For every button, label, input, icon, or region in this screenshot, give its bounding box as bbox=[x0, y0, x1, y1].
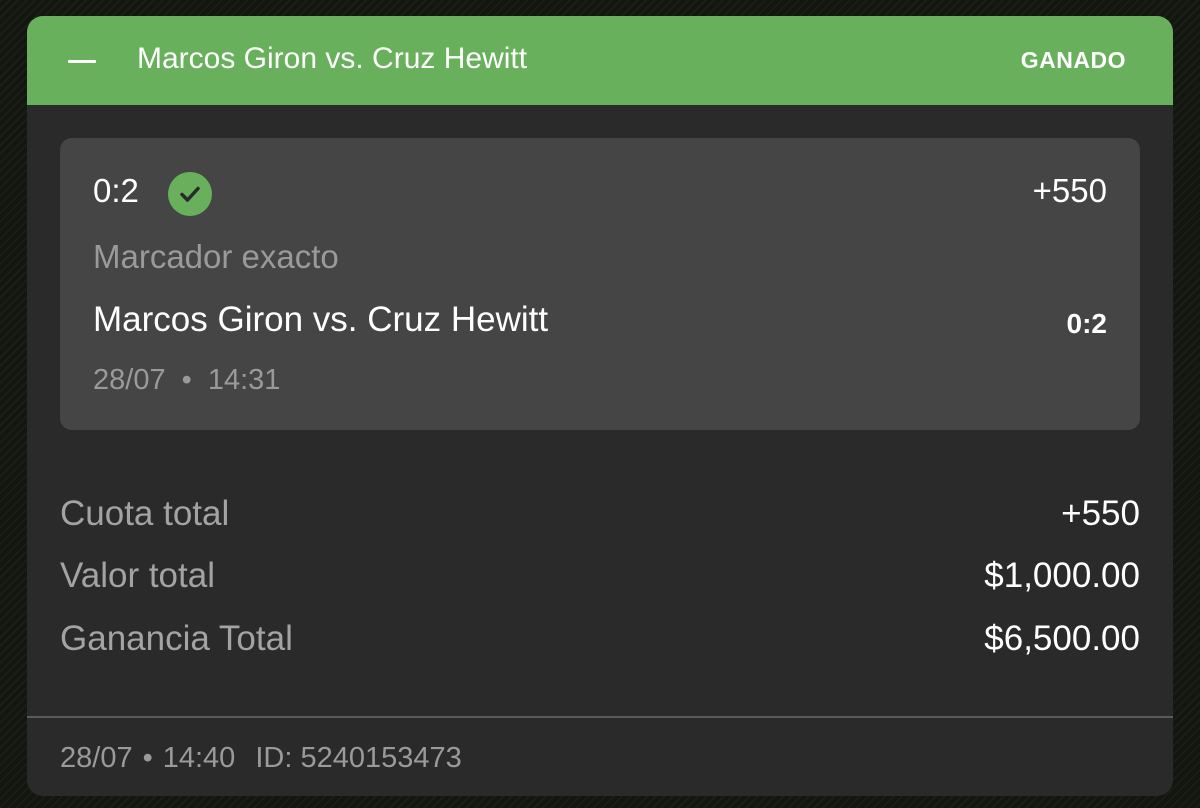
selection-card: 0:2 +550 Marcador exacto Marcos Giron vs… bbox=[60, 138, 1140, 430]
event-name: Marcos Giron vs. Cruz Hewitt bbox=[93, 300, 549, 339]
bet-id-value: 5240153473 bbox=[300, 742, 462, 774]
summary-row-stake: Valor total $1,000.00 bbox=[60, 556, 1140, 600]
event-result: 0:2 bbox=[1066, 308, 1107, 339]
total-winnings-label: Ganancia Total bbox=[60, 619, 293, 658]
bet-footer: 28/07 • 14:40 ID: 5240153473 bbox=[60, 742, 462, 775]
total-odds-value: +550 bbox=[1061, 494, 1140, 533]
datetime-separator: • bbox=[181, 364, 192, 396]
total-odds-label: Cuota total bbox=[60, 494, 230, 533]
summary-row-odds: Cuota total +550 bbox=[60, 494, 1140, 538]
minus-collapse-icon bbox=[68, 60, 96, 63]
status-badge: GANADO bbox=[1020, 47, 1126, 73]
footer-time: 14:40 bbox=[162, 742, 236, 774]
total-stake-value: $1,000.00 bbox=[984, 556, 1140, 595]
collapse-button[interactable] bbox=[57, 40, 109, 82]
bet-title: Marcos Giron vs. Cruz Hewitt bbox=[137, 42, 528, 75]
footer-separator: • bbox=[142, 742, 153, 774]
total-stake-label: Valor total bbox=[60, 556, 215, 595]
selection-datetime: 28/07 • 14:31 bbox=[93, 364, 280, 397]
selection-pick: 0:2 bbox=[93, 172, 139, 209]
footer-divider bbox=[27, 716, 1173, 718]
bet-id-label: ID: bbox=[255, 742, 293, 774]
total-winnings-value: $6,500.00 bbox=[984, 619, 1140, 658]
market-name: Marcador exacto bbox=[93, 238, 339, 275]
selection-odds: +550 bbox=[1032, 172, 1107, 209]
bet-header[interactable]: Marcos Giron vs. Cruz Hewitt GANADO bbox=[27, 16, 1173, 105]
bet-card: Marcos Giron vs. Cruz Hewitt GANADO 0:2 … bbox=[27, 16, 1173, 796]
selection-time: 14:31 bbox=[207, 364, 281, 396]
check-circle-icon bbox=[168, 172, 212, 216]
summary-row-winnings: Ganancia Total $6,500.00 bbox=[60, 619, 1140, 663]
footer-date: 28/07 bbox=[60, 742, 133, 774]
selection-date: 28/07 bbox=[93, 364, 166, 396]
